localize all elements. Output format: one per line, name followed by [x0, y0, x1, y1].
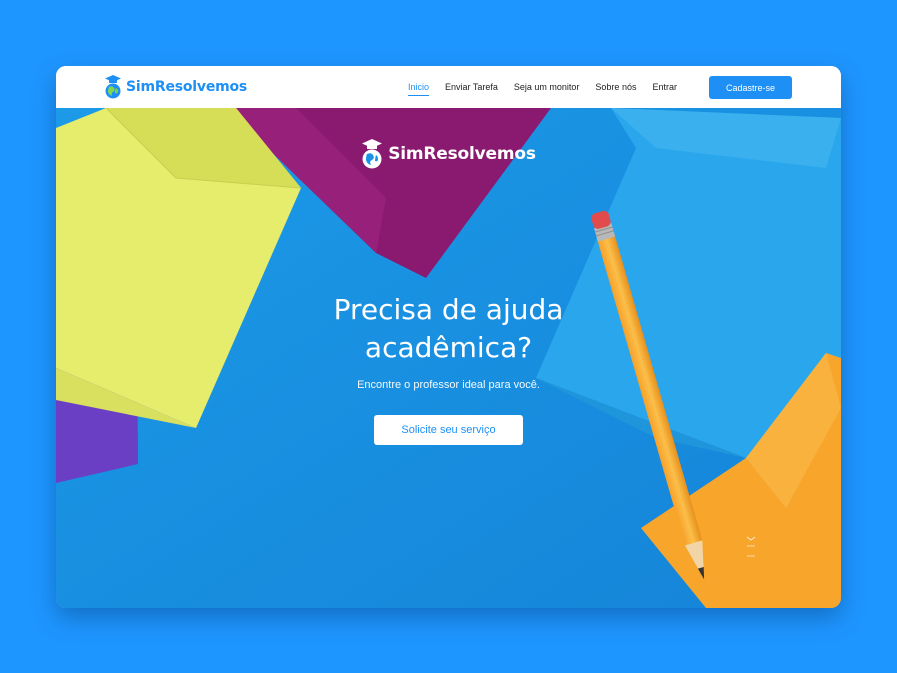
scroll-down-icon[interactable]: [746, 536, 756, 560]
hero-logo: SimResolvemos: [56, 138, 841, 170]
brand-name: SimResolvemos: [126, 79, 248, 95]
signup-button[interactable]: Cadastre-se: [709, 76, 792, 99]
hero-title: Precisa de ajuda acadêmica?: [333, 293, 564, 364]
graduation-cap-globe-icon: [362, 139, 383, 169]
nav-link-entrar[interactable]: Entrar: [652, 82, 677, 92]
hero-logo-text: SimResolvemos: [388, 144, 536, 164]
graduation-cap-globe-icon: [105, 75, 121, 99]
nav-menu: Inicio Enviar Tarefa Seja um monitor Sob…: [408, 66, 693, 108]
request-service-button[interactable]: Solicite seu serviço: [374, 415, 523, 445]
hero-content: Precisa de ajuda acadêmica? Encontre o p…: [56, 291, 841, 445]
nav-link-inicio[interactable]: Inicio: [408, 82, 430, 96]
hero-section: SimResolvemos Precisa de ajuda acadêmica…: [56, 108, 841, 608]
nav-link-enviar-tarefa[interactable]: Enviar Tarefa: [445, 82, 498, 92]
nav-link-sobre-nos[interactable]: Sobre nós: [595, 82, 636, 92]
brand-logo[interactable]: SimResolvemos: [104, 74, 247, 100]
browser-window: SimResolvemos Inicio Enviar Tarefa Seja …: [56, 66, 841, 608]
nav-link-seja-um-monitor[interactable]: Seja um monitor: [514, 82, 580, 92]
hero-subtitle: Encontre o professor ideal para você.: [357, 379, 540, 391]
navbar: SimResolvemos Inicio Enviar Tarefa Seja …: [56, 66, 841, 108]
